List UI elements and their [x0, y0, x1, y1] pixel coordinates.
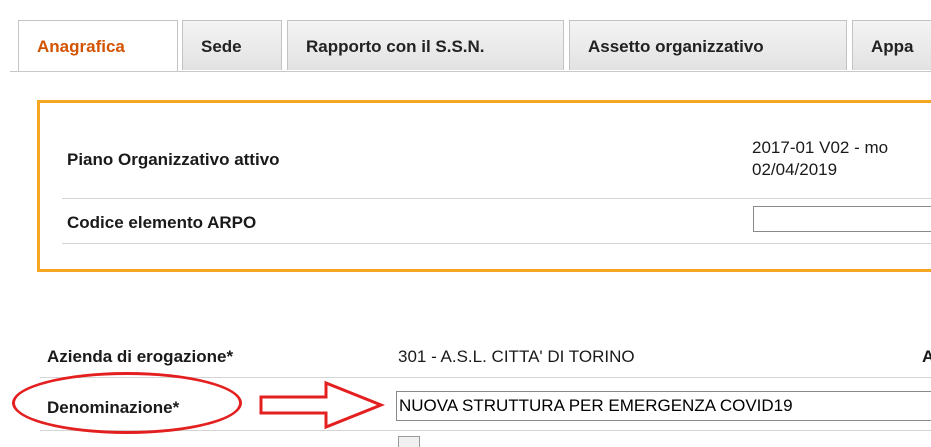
piano-label: Piano Organizzativo attivo	[67, 150, 280, 169]
tab-anagrafica[interactable]: Anagrafica	[18, 20, 178, 72]
codice-arpo-input[interactable]	[753, 206, 931, 232]
row-divider	[62, 198, 931, 199]
red-arrow-icon	[259, 380, 386, 430]
tab-baseline	[10, 71, 931, 72]
tab-appa[interactable]: Appa	[852, 20, 931, 70]
azienda-clipped-label: A	[922, 347, 931, 366]
piano-value-line1: 2017-01 V02 - mo	[752, 138, 889, 157]
tab-bar: Anagrafica Sede Rapporto con il S.S.N. A…	[0, 0, 931, 72]
azienda-value: 301 - A.S.L. CITTA' DI TORINO	[398, 347, 635, 366]
partial-checkbox[interactable]	[398, 436, 420, 447]
azienda-label: Azienda di erogazione*	[47, 347, 234, 366]
piano-value-line2: 02/04/2019	[752, 160, 838, 179]
piano-section-frame	[37, 100, 931, 272]
denominazione-input[interactable]	[396, 391, 931, 421]
row-divider	[62, 243, 931, 244]
tab-assetto-organizzativo[interactable]: Assetto organizzativo	[569, 20, 847, 70]
tab-rapporto-ssn[interactable]: Rapporto con il S.S.N.	[287, 20, 564, 70]
codice-arpo-label: Codice elemento ARPO	[67, 213, 257, 232]
highlight-ellipse	[12, 372, 242, 434]
tab-sede[interactable]: Sede	[182, 20, 282, 70]
